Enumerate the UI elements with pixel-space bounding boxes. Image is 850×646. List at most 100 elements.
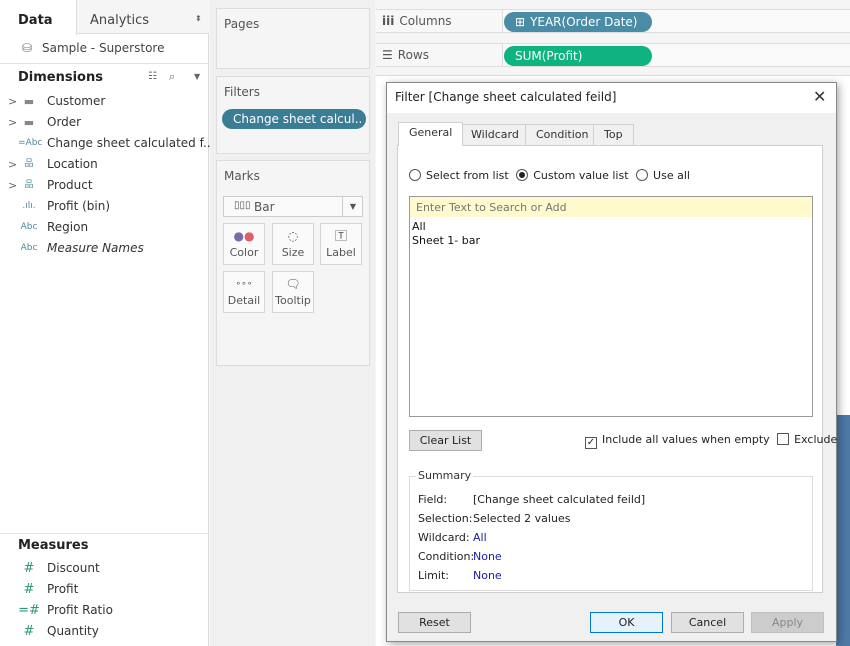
radio-custom-value-list[interactable]: Custom value list	[516, 169, 629, 182]
tab-general[interactable]: General	[398, 122, 464, 146]
tooltip-button[interactable]: 🗨 Tooltip	[272, 271, 314, 313]
summary-value: Selected 2 values	[473, 512, 571, 525]
reset-button[interactable]: Reset	[398, 612, 471, 633]
color-icon: ●●	[233, 229, 255, 243]
search-icon[interactable]: ⌕	[169, 70, 175, 84]
tab-data[interactable]: Data	[18, 8, 53, 34]
expand-icon: ⊞	[515, 15, 526, 29]
data-pane: Data Analytics ⬍ ⛁ Sample - Superstore D…	[0, 0, 214, 646]
clear-list-button[interactable]: Clear List	[409, 430, 482, 451]
tab-analytics[interactable]: Analytics	[90, 8, 149, 34]
detail-icon: ∘∘∘	[235, 279, 253, 289]
color-button[interactable]: ●● Color	[223, 223, 265, 265]
mark-type-value: Bar	[254, 200, 275, 214]
ok-button[interactable]: OK	[590, 612, 663, 633]
detail-button[interactable]: ∘∘∘ Detail	[223, 271, 265, 313]
summary-key: Selection:	[418, 512, 473, 525]
dimension-item[interactable]: Abc Region	[0, 217, 209, 238]
view-list-icon[interactable]: ☷	[148, 71, 157, 82]
summary-value[interactable]: None	[473, 550, 502, 563]
dimensions-heading: Dimensions	[18, 70, 103, 85]
dimension-item[interactable]: .ılı. Profit (bin)	[0, 196, 209, 217]
chevron-right-icon[interactable]: >	[8, 112, 17, 133]
dimension-label: Region	[47, 220, 89, 234]
radio-select-from-list[interactable]: Select from list	[409, 169, 509, 182]
label-icon: 🅃	[334, 229, 347, 243]
dimension-label: Measure Names	[47, 241, 144, 255]
tab-condition[interactable]: Condition	[525, 124, 600, 145]
rows-shelf[interactable]: ☰ Rows SUM(Profit)	[376, 43, 850, 67]
dimension-item[interactable]: > ▬ Order	[0, 112, 209, 133]
measure-item[interactable]: # Quantity	[0, 621, 209, 642]
summary-value[interactable]: All	[473, 531, 487, 544]
measure-item[interactable]: # Discount	[0, 558, 209, 579]
pages-title: Pages	[224, 17, 260, 31]
columns-shelf[interactable]: iii Columns ⊞ YEAR(Order Date)	[376, 9, 850, 33]
label-label: Label	[326, 246, 356, 259]
apply-button[interactable]: Apply	[751, 612, 824, 633]
list-item[interactable]: All	[412, 220, 810, 234]
dimension-item[interactable]: > 品 Product	[0, 175, 209, 196]
dimension-item[interactable]: =Abc Change sheet calculated f...	[0, 133, 214, 154]
measure-item[interactable]: # Profit	[0, 579, 209, 600]
columns-pill[interactable]: ⊞ YEAR(Order Date)	[504, 12, 652, 32]
dimension-label: Change sheet calculated f...	[47, 136, 215, 150]
filter-dialog: Filter [Change sheet calculated feild] ✕…	[386, 82, 837, 642]
summary-title: Summary	[416, 469, 474, 482]
bin-icon: .ılı.	[22, 201, 36, 211]
datasource-name[interactable]: Sample - Superstore	[42, 41, 164, 55]
filter-pill[interactable]: Change sheet calcul..	[222, 109, 366, 129]
bar-icon: ▯▯▯	[234, 200, 251, 211]
dimension-item[interactable]: > 品 Location	[0, 154, 209, 175]
columns-drop[interactable]: ⊞ YEAR(Order Date)	[502, 10, 850, 32]
number-icon: #	[23, 582, 35, 597]
sort-icon[interactable]: ⬍	[195, 14, 202, 23]
pages-card[interactable]: Pages	[216, 8, 370, 69]
marks-title: Marks	[224, 169, 260, 183]
exclude-label: Exclude	[794, 433, 838, 446]
measure-item[interactable]: =# Profit Ratio	[0, 600, 209, 621]
cancel-button[interactable]: Cancel	[671, 612, 744, 633]
measure-label: Quantity	[47, 624, 99, 638]
measure-label: Discount	[47, 561, 100, 575]
general-panel: Select from list Custom value list Use a…	[397, 145, 837, 593]
search-add-input[interactable]	[409, 196, 813, 218]
summary-box: Summary Field: [Change sheet calculated f…	[409, 469, 813, 591]
chevron-right-icon[interactable]: >	[8, 154, 17, 175]
radio-use-all[interactable]: Use all	[636, 169, 690, 182]
value-list[interactable]: All Sheet 1- bar	[409, 217, 813, 417]
datasource-icon: ⛁	[22, 41, 33, 55]
chevron-right-icon[interactable]: >	[8, 175, 17, 196]
mark-type-dropdown[interactable]: ▯▯▯ Bar ▼	[223, 196, 363, 217]
include-all-checkbox[interactable]: ✓ Include all values when empty	[585, 433, 770, 449]
number-icon: =#	[18, 603, 40, 618]
columns-label: iii Columns	[382, 14, 452, 28]
label-button[interactable]: 🅃 Label	[320, 223, 362, 265]
chevron-right-icon[interactable]: >	[8, 91, 17, 112]
dimension-label: Profit (bin)	[47, 199, 111, 213]
list-item[interactable]: Sheet 1- bar	[412, 234, 810, 248]
bar-mark[interactable]	[836, 415, 850, 646]
include-all-label: Include all values when empty	[602, 433, 770, 446]
dimension-label: Location	[47, 157, 98, 171]
color-label: Color	[229, 246, 259, 259]
rows-icon: ☰	[382, 48, 393, 62]
hierarchy-icon: 品	[24, 180, 34, 190]
close-icon[interactable]: ✕	[813, 83, 826, 111]
tab-top[interactable]: Top	[593, 124, 634, 145]
summary-value: [Change sheet calculated feild]	[473, 493, 646, 506]
dimension-item[interactable]: Abc Measure Names	[0, 238, 209, 259]
number-icon: #	[23, 561, 35, 576]
exclude-checkbox[interactable]: Exclude	[777, 433, 837, 446]
tab-wildcard[interactable]: Wildcard	[460, 124, 530, 145]
dimension-label: Order	[47, 115, 82, 129]
menu-dropdown-icon[interactable]: ▼	[194, 72, 200, 81]
size-button[interactable]: ◌ Size	[272, 223, 314, 265]
dimension-item[interactable]: > ▬ Customer	[0, 91, 209, 112]
rows-pill[interactable]: SUM(Profit)	[504, 46, 652, 66]
radio-label: Use all	[653, 169, 690, 182]
summary-value[interactable]: None	[473, 569, 502, 582]
rows-drop[interactable]: SUM(Profit)	[502, 44, 850, 66]
chevron-down-icon[interactable]: ▼	[342, 197, 363, 216]
cards-pane: Pages Filters Change sheet calcul.. Mark…	[210, 0, 375, 646]
